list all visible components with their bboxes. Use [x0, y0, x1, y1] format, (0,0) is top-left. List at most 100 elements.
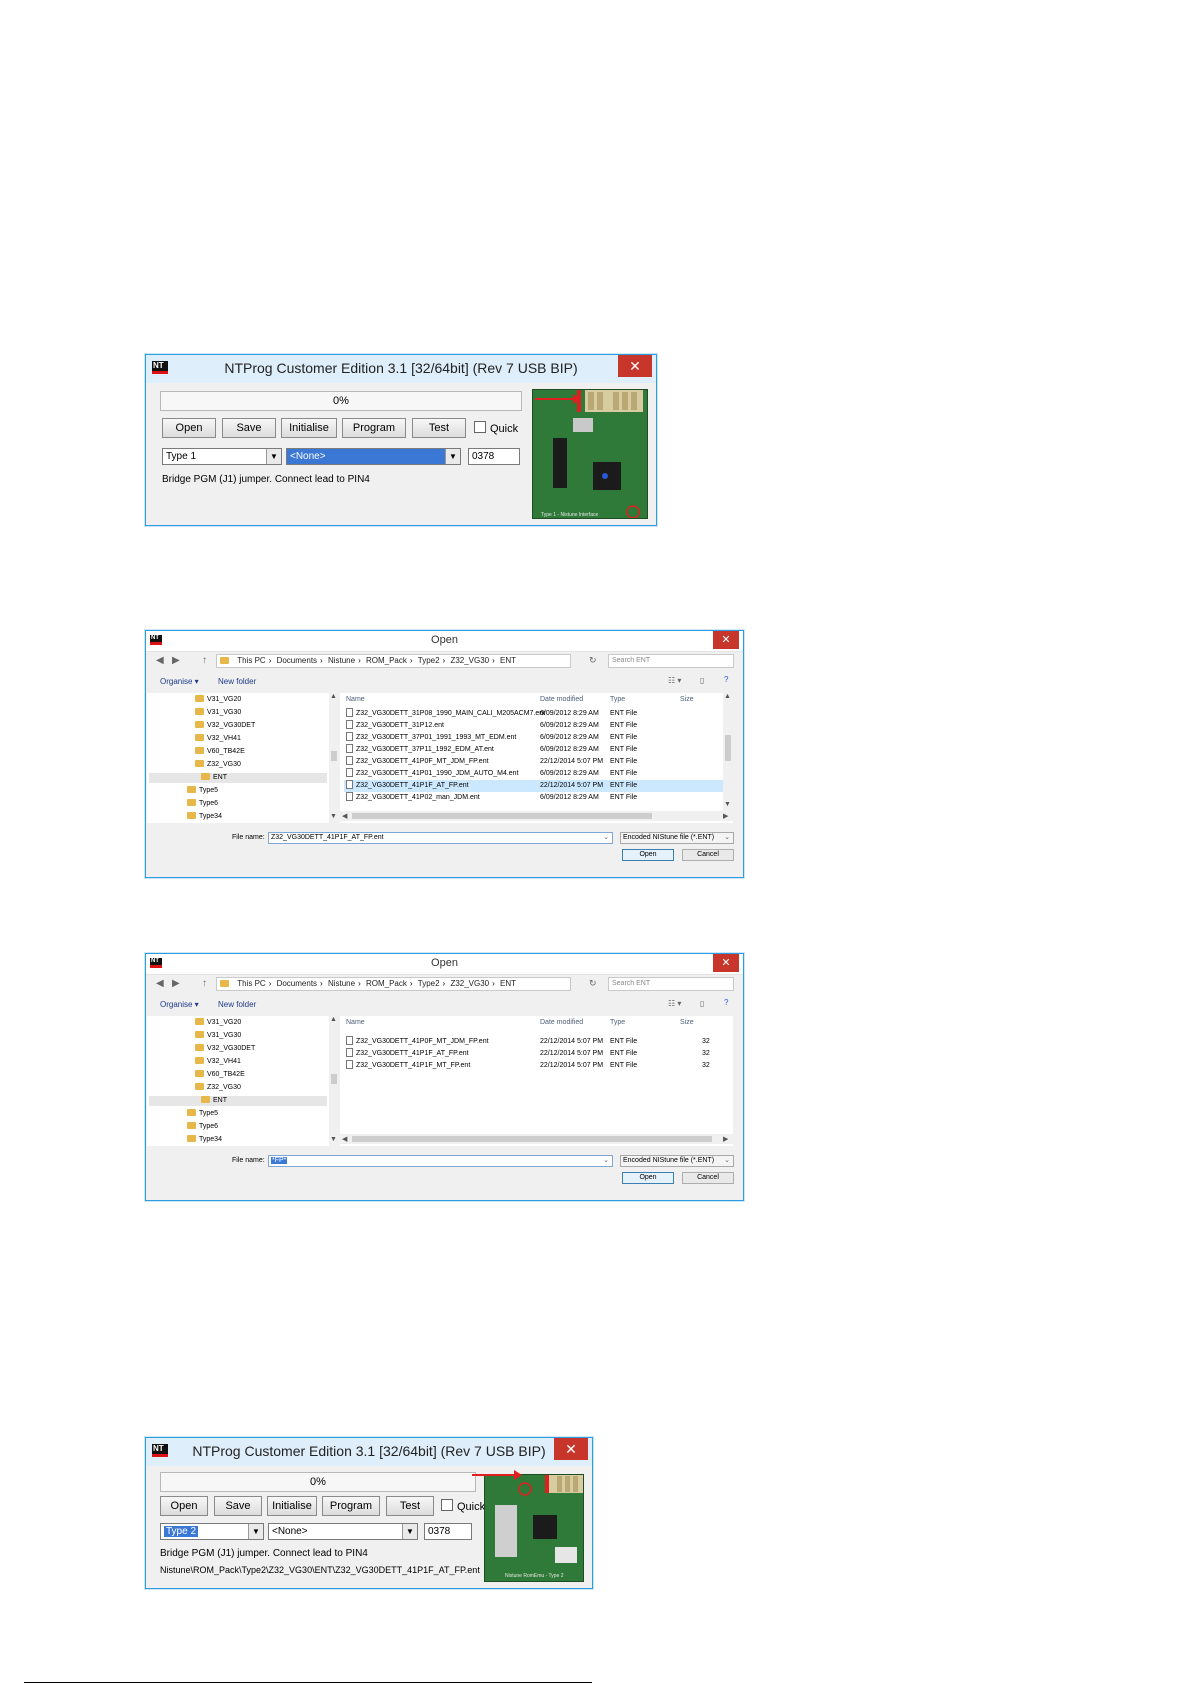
- scroll-right-icon[interactable]: ▶: [723, 812, 728, 820]
- save-button[interactable]: Save: [222, 418, 276, 438]
- open-button[interactable]: Open: [622, 849, 674, 861]
- scroll-down-icon[interactable]: ▼: [330, 1136, 337, 1143]
- chevron-down-icon[interactable]: ▼: [248, 1524, 263, 1539]
- chevron-down-icon[interactable]: ▼: [445, 449, 460, 464]
- refresh-icon[interactable]: ↻: [589, 978, 597, 989]
- file-row[interactable]: Z32_VG30DETT_31P08_1990_MAIN_CALI_M205AC…: [344, 708, 733, 720]
- breadcrumb-documents[interactable]: Documents: [274, 655, 320, 667]
- type-select[interactable]: Type 1 ▼: [162, 448, 282, 465]
- scroll-up-icon[interactable]: ▲: [724, 693, 731, 700]
- scroll-up-icon[interactable]: ▲: [330, 693, 337, 700]
- preview-pane-icon[interactable]: ▯: [700, 999, 704, 1008]
- tree-item[interactable]: Type34: [187, 812, 222, 822]
- chevron-down-icon[interactable]: ▼: [266, 449, 281, 464]
- scroll-down-icon[interactable]: ▼: [330, 813, 337, 820]
- address-field[interactable]: 0378: [468, 448, 520, 465]
- title-bar[interactable]: Open ✕: [146, 631, 743, 652]
- view-options-icon[interactable]: ☷ ▾: [668, 676, 681, 685]
- chevron-down-icon[interactable]: ▼: [402, 1524, 417, 1539]
- forward-icon[interactable]: ▶: [172, 978, 180, 989]
- breadcrumb-documents[interactable]: Documents: [274, 978, 320, 990]
- checkbox-box[interactable]: [441, 1499, 453, 1511]
- tree-item[interactable]: V32_VG30DET: [195, 721, 255, 731]
- rom-select[interactable]: <None> ▼: [286, 448, 461, 465]
- tree-item[interactable]: V32_VH41: [195, 734, 241, 744]
- file-hscrollbar[interactable]: ◀ ▶: [340, 1134, 733, 1144]
- program-button[interactable]: Program: [322, 1496, 380, 1516]
- title-bar[interactable]: Open ✕: [146, 954, 743, 975]
- file-type-select[interactable]: Encoded NIStune file (*.ENT) ⌄: [620, 1155, 734, 1167]
- column-name[interactable]: Name: [346, 696, 365, 703]
- tree-item[interactable]: V31_VG20: [195, 695, 241, 705]
- file-row[interactable]: Z32_VG30DETT_41P1F_MT_FP.ent 22/12/2014 5…: [344, 1060, 733, 1072]
- save-button[interactable]: Save: [214, 1496, 262, 1516]
- scroll-up-icon[interactable]: ▲: [330, 1016, 337, 1023]
- title-bar[interactable]: NTProg Customer Edition 3.1 [32/64bit] (…: [146, 1438, 592, 1466]
- tree-item[interactable]: V31_VG20: [195, 1018, 241, 1028]
- initialise-button[interactable]: Initialise: [267, 1496, 317, 1516]
- column-date-modified[interactable]: Date modified: [540, 696, 583, 703]
- scroll-right-icon[interactable]: ▶: [723, 1135, 728, 1143]
- file-name-input[interactable]: Z32_VG30DETT_41P1F_AT_FP.ent ⌄: [268, 832, 613, 844]
- back-icon[interactable]: ◀: [156, 978, 164, 989]
- help-icon[interactable]: ?: [724, 675, 728, 684]
- chevron-down-icon[interactable]: ⌄: [603, 1156, 609, 1166]
- search-input[interactable]: Search ENT: [608, 654, 734, 668]
- tree-item-selected[interactable]: ENT: [149, 773, 327, 783]
- title-bar[interactable]: NTProg Customer Edition 3.1 [32/64bit] (…: [146, 355, 656, 383]
- cancel-button[interactable]: Cancel: [682, 1172, 734, 1184]
- chevron-down-icon[interactable]: ⌄: [603, 833, 609, 843]
- file-type-select[interactable]: Encoded NIStune file (*.ENT) ⌄: [620, 832, 734, 844]
- up-icon[interactable]: ↑: [202, 978, 207, 989]
- rom-select[interactable]: <None> ▼: [268, 1523, 418, 1540]
- file-row[interactable]: Z32_VG30DETT_41P1F_AT_FP.ent 22/12/2014 5…: [344, 1048, 733, 1060]
- breadcrumb-z32-vg30[interactable]: Z32_VG30: [447, 655, 492, 667]
- scroll-thumb[interactable]: [725, 735, 731, 761]
- file-row[interactable]: Z32_VG30DETT_41P0F_MT_JDM_FP.ent 22/12/20…: [344, 1036, 733, 1048]
- back-icon[interactable]: ◀: [156, 655, 164, 666]
- scroll-down-icon[interactable]: ▼: [724, 801, 731, 808]
- open-button[interactable]: Open: [160, 1496, 208, 1516]
- tree-item[interactable]: Type6: [187, 1122, 218, 1132]
- tree-item[interactable]: V31_VG30: [195, 1031, 241, 1041]
- open-button[interactable]: Open: [622, 1172, 674, 1184]
- test-button[interactable]: Test: [412, 418, 466, 438]
- cancel-button[interactable]: Cancel: [682, 849, 734, 861]
- forward-icon[interactable]: ▶: [172, 655, 180, 666]
- tree-item[interactable]: Z32_VG30: [195, 1083, 241, 1093]
- tree-scrollbar[interactable]: ▲ ▼: [329, 1016, 339, 1146]
- tree-item[interactable]: V31_VG30: [195, 708, 241, 718]
- file-row[interactable]: Z32_VG30DETT_41P01_1990_JDM_AUTO_M4.ent 6…: [344, 768, 733, 780]
- scroll-thumb[interactable]: [352, 1136, 712, 1142]
- file-hscrollbar[interactable]: ◀ ▶: [340, 811, 733, 821]
- address-field[interactable]: 0378: [424, 1523, 472, 1540]
- initialise-button[interactable]: Initialise: [281, 418, 337, 438]
- breadcrumb-nistune[interactable]: Nistune: [325, 978, 358, 990]
- test-button[interactable]: Test: [386, 1496, 434, 1516]
- new-folder-button[interactable]: New folder: [218, 677, 256, 686]
- program-button[interactable]: Program: [342, 418, 406, 438]
- breadcrumb-ent[interactable]: ENT: [497, 978, 519, 990]
- chevron-down-icon[interactable]: ⌄: [724, 833, 730, 843]
- tree-scrollbar[interactable]: ▲ ▼: [329, 693, 339, 823]
- file-row-selected[interactable]: Z32_VG30DETT_41P1F_AT_FP.ent 22/12/2014 5…: [344, 780, 724, 792]
- breadcrumb-z32-vg30[interactable]: Z32_VG30: [447, 978, 492, 990]
- organise-menu[interactable]: Organise ▾: [160, 1000, 199, 1009]
- column-type[interactable]: Type: [610, 1019, 625, 1026]
- breadcrumb-ent[interactable]: ENT: [497, 655, 519, 667]
- tree-item[interactable]: Z32_VG30: [195, 760, 241, 770]
- scroll-left-icon[interactable]: ◀: [342, 1135, 347, 1143]
- view-options-icon[interactable]: ☷ ▾: [668, 999, 681, 1008]
- close-button[interactable]: ✕: [713, 631, 739, 649]
- preview-pane-icon[interactable]: ▯: [700, 676, 704, 685]
- file-row[interactable]: Z32_VG30DETT_37P01_1991_1993_MT_EDM.ent 6…: [344, 732, 733, 744]
- tree-item[interactable]: Type34: [187, 1135, 222, 1145]
- column-size[interactable]: Size: [680, 696, 694, 703]
- tree-item[interactable]: Type5: [187, 786, 218, 796]
- search-input[interactable]: Search ENT: [608, 977, 734, 991]
- close-button[interactable]: ✕: [554, 1438, 588, 1460]
- new-folder-button[interactable]: New folder: [218, 1000, 256, 1009]
- scroll-left-icon[interactable]: ◀: [342, 812, 347, 820]
- chevron-down-icon[interactable]: ⌄: [724, 1156, 730, 1166]
- address-bar[interactable]: This PC › Documents › Nistune › ROM_Pack › T…: [216, 654, 571, 668]
